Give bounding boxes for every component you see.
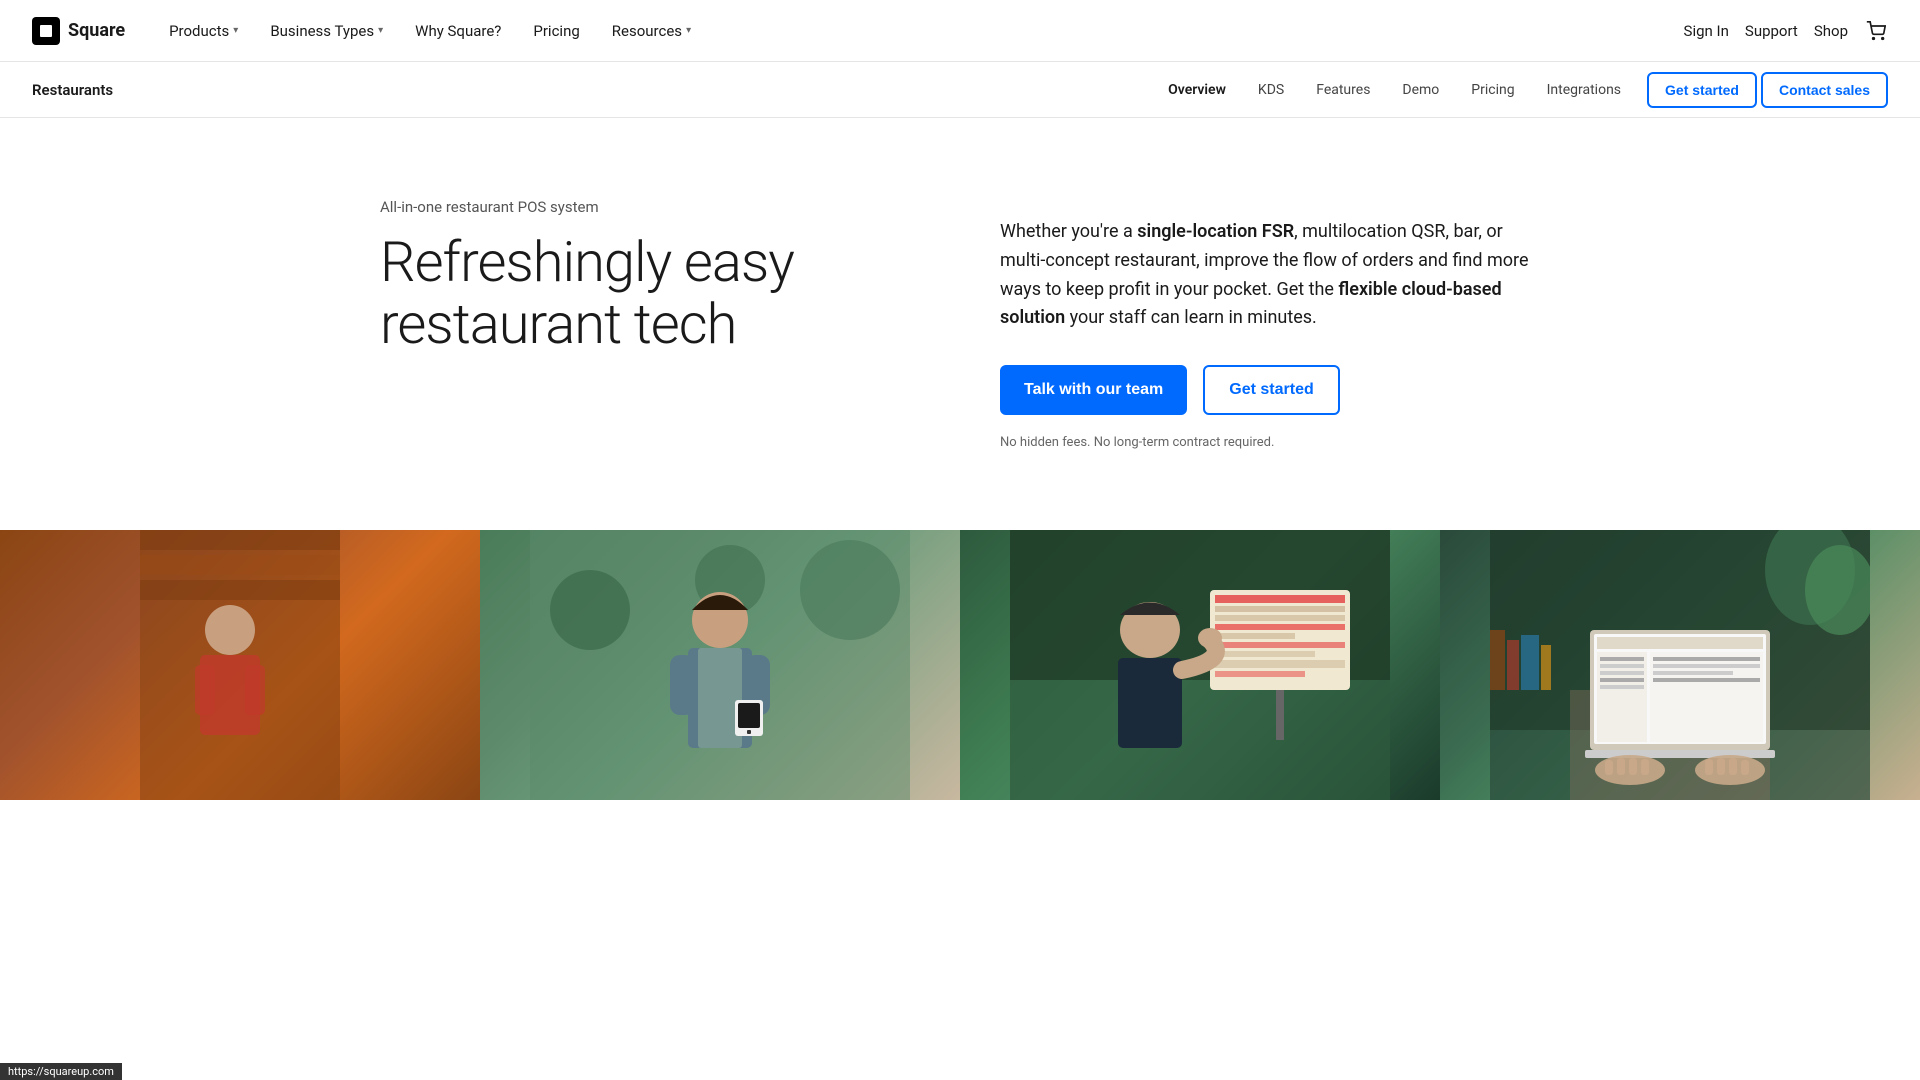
nav-business-types[interactable]: Business Types ▾	[258, 14, 395, 48]
nav-products-label: Products	[169, 22, 229, 40]
image-pos	[960, 530, 1440, 800]
hero-left: All-in-one restaurant POS system Refresh…	[380, 198, 920, 355]
chevron-down-icon: ▾	[233, 25, 238, 36]
subnav-demo[interactable]: Demo	[1388, 74, 1453, 106]
server-scene	[530, 530, 910, 800]
cart-icon[interactable]	[1864, 19, 1888, 43]
hero-right: Whether you're a single-location FSR, mu…	[1000, 198, 1540, 450]
nav-why-square[interactable]: Why Square?	[403, 14, 513, 48]
logo-icon	[32, 17, 60, 45]
get-started-button[interactable]: Get started	[1203, 365, 1339, 415]
sign-in-link[interactable]: Sign In	[1684, 22, 1729, 40]
nav-left: Square Products ▾ Business Types ▾ Why S…	[32, 14, 703, 48]
sub-navigation: Restaurants Overview KDS Features Demo P…	[0, 62, 1920, 118]
brand-label: Restaurants	[32, 81, 113, 99]
laptop-scene	[1490, 530, 1870, 800]
subnav-kds[interactable]: KDS	[1244, 74, 1298, 106]
hero-buttons: Talk with our team Get started	[1000, 365, 1540, 415]
status-bar: https://squareup.com	[0, 1063, 122, 1080]
nav-pricing[interactable]: Pricing	[521, 14, 591, 48]
image-server	[480, 530, 960, 800]
nav-right: Sign In Support Shop	[1684, 19, 1888, 43]
kitchen-scene	[140, 530, 340, 800]
nav-resources[interactable]: Resources ▾	[600, 14, 703, 48]
pos-background	[960, 530, 1440, 800]
nav-products[interactable]: Products ▾	[157, 14, 250, 48]
laptop-background	[1440, 530, 1920, 800]
logo-text: Square	[68, 20, 125, 41]
status-url: https://squareup.com	[8, 1065, 114, 1078]
subnav-overview[interactable]: Overview	[1154, 74, 1240, 106]
pos-scene	[1010, 530, 1390, 800]
server-background	[480, 530, 960, 800]
subnav-pricing[interactable]: Pricing	[1457, 74, 1528, 106]
subnav-contact-sales-button[interactable]: Contact sales	[1761, 72, 1888, 108]
sub-nav-items: Overview KDS Features Demo Pricing Integ…	[1154, 72, 1888, 108]
hero-description: Whether you're a single-location FSR, mu…	[1000, 218, 1540, 333]
image-kitchen	[0, 530, 480, 800]
subnav-get-started-button[interactable]: Get started	[1647, 72, 1757, 108]
logo-icon-inner	[40, 25, 52, 37]
logo[interactable]: Square	[32, 17, 125, 45]
nav-resources-label: Resources	[612, 22, 682, 40]
chevron-down-icon: ▾	[378, 25, 383, 36]
nav-why-square-label: Why Square?	[415, 22, 501, 40]
support-link[interactable]: Support	[1745, 22, 1798, 40]
image-laptop	[1440, 530, 1920, 800]
talk-with-team-button[interactable]: Talk with our team	[1000, 365, 1187, 415]
nav-pricing-label: Pricing	[533, 22, 579, 40]
kitchen-background	[0, 530, 480, 800]
chevron-down-icon: ▾	[686, 25, 691, 36]
subnav-features[interactable]: Features	[1302, 74, 1384, 106]
nav-business-types-label: Business Types	[270, 22, 374, 40]
hero-eyebrow: All-in-one restaurant POS system	[380, 198, 920, 216]
hero-title: Refreshingly easy restaurant tech	[380, 232, 920, 355]
shop-link[interactable]: Shop	[1814, 22, 1848, 40]
image-strip	[0, 530, 1920, 800]
hero-section: All-in-one restaurant POS system Refresh…	[260, 118, 1660, 530]
top-navigation: Square Products ▾ Business Types ▾ Why S…	[0, 0, 1920, 62]
subnav-integrations[interactable]: Integrations	[1533, 74, 1635, 106]
hero-disclaimer: No hidden fees. No long-term contract re…	[1000, 435, 1540, 450]
